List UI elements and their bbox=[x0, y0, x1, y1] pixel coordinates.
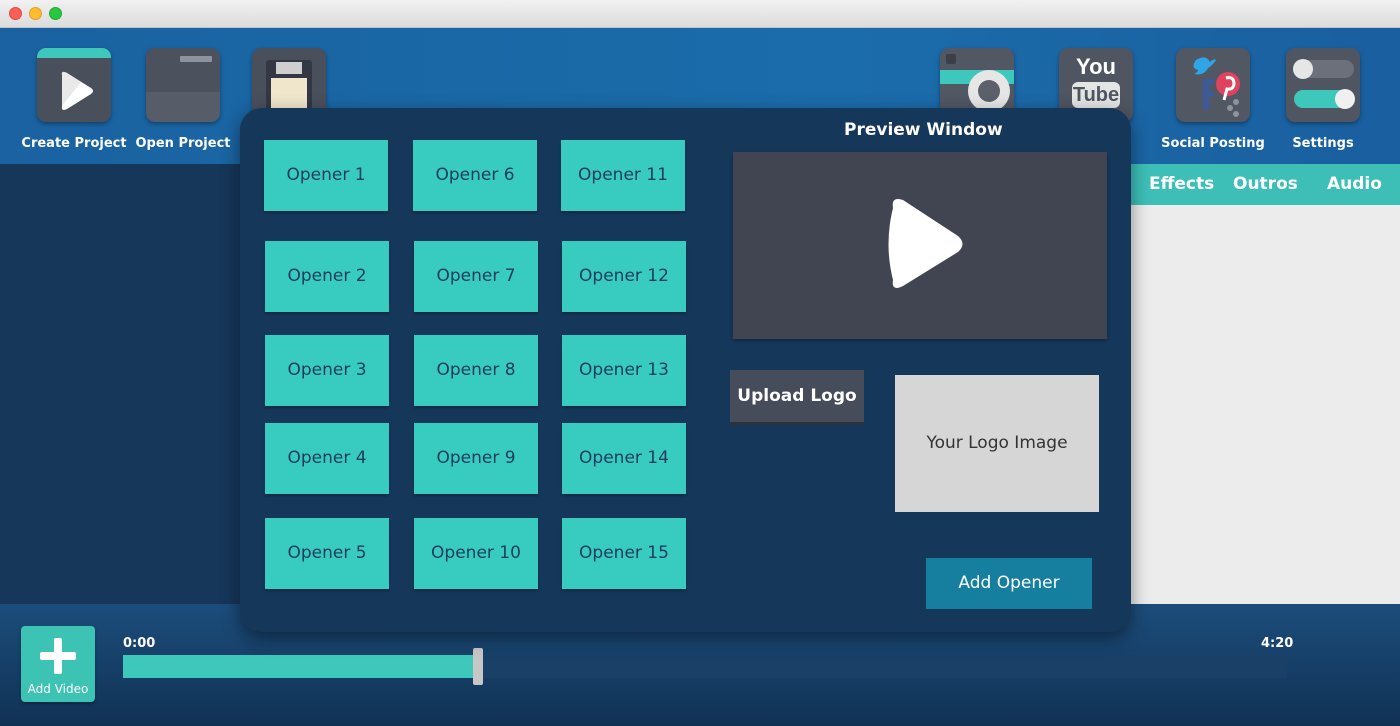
folder-icon bbox=[146, 48, 220, 122]
window-titlebar bbox=[0, 0, 1400, 28]
social-posting-button[interactable]: Social Posting bbox=[1158, 48, 1268, 151]
opener-5-button[interactable]: Opener 5 bbox=[265, 518, 389, 589]
add-video-label: Add Video bbox=[27, 682, 89, 696]
upload-logo-button[interactable]: Upload Logo bbox=[730, 370, 864, 425]
social-posting-label: Social Posting bbox=[1161, 136, 1265, 151]
opener-8-button[interactable]: Opener 8 bbox=[414, 335, 538, 406]
plus-icon bbox=[40, 638, 76, 674]
add-opener-button[interactable]: Add Opener bbox=[926, 558, 1092, 609]
opener-1-button[interactable]: Opener 1 bbox=[264, 140, 388, 211]
opener-3-button[interactable]: Opener 3 bbox=[265, 335, 389, 406]
tab-effects[interactable]: Effects bbox=[1149, 174, 1214, 194]
tab-content-panel bbox=[1130, 205, 1400, 604]
opener-15-button[interactable]: Opener 15 bbox=[562, 518, 686, 589]
toggle-switch-icon bbox=[1286, 48, 1360, 122]
opener-13-button[interactable]: Opener 13 bbox=[562, 335, 686, 406]
opener-14-button[interactable]: Opener 14 bbox=[562, 423, 686, 494]
settings-button[interactable]: Settings bbox=[1268, 48, 1378, 151]
add-video-button[interactable]: Add Video bbox=[21, 626, 95, 702]
settings-label: Settings bbox=[1292, 136, 1354, 151]
opener-2-button[interactable]: Opener 2 bbox=[265, 241, 389, 312]
tab-outros[interactable]: Outros bbox=[1233, 174, 1298, 194]
create-project-button[interactable]: Create Project bbox=[19, 48, 129, 151]
opener-dialog: Opener 1 Opener 2 Opener 3 Opener 4 Open… bbox=[240, 108, 1131, 632]
start-time: 0:00 bbox=[123, 636, 156, 651]
youtube-tube-text: Tube bbox=[1072, 82, 1120, 108]
youtube-you-text: You bbox=[1076, 54, 1116, 79]
opener-7-button[interactable]: Opener 7 bbox=[414, 241, 538, 312]
opener-9-button[interactable]: Opener 9 bbox=[414, 423, 538, 494]
play-icon bbox=[37, 48, 111, 122]
minimize-window-button[interactable] bbox=[29, 7, 42, 20]
opener-4-button[interactable]: Opener 4 bbox=[265, 423, 389, 494]
timeline-scrubber-handle[interactable] bbox=[473, 648, 483, 685]
opener-6-button[interactable]: Opener 6 bbox=[413, 140, 537, 211]
close-window-button[interactable] bbox=[9, 7, 22, 20]
timeline-track[interactable] bbox=[123, 655, 1287, 678]
opener-10-button[interactable]: Opener 10 bbox=[414, 518, 538, 589]
end-time: 4:20 bbox=[1261, 636, 1294, 651]
preview-window[interactable] bbox=[733, 152, 1107, 339]
preview-window-title: Preview Window bbox=[844, 120, 1003, 140]
create-project-label: Create Project bbox=[21, 136, 127, 151]
opener-11-button[interactable]: Opener 11 bbox=[561, 140, 685, 211]
open-project-label: Open Project bbox=[135, 136, 231, 151]
play-icon bbox=[888, 199, 963, 288]
maximize-window-button[interactable] bbox=[49, 7, 62, 20]
tab-audio[interactable]: Audio bbox=[1327, 174, 1382, 194]
social-icon bbox=[1176, 48, 1250, 122]
timeline-progress bbox=[123, 655, 478, 678]
tab-bar: Effects Outros Audio bbox=[1130, 164, 1400, 205]
open-project-button[interactable]: Open Project bbox=[128, 48, 238, 151]
logo-image-placeholder: Your Logo Image bbox=[895, 375, 1099, 512]
opener-12-button[interactable]: Opener 12 bbox=[562, 241, 686, 312]
